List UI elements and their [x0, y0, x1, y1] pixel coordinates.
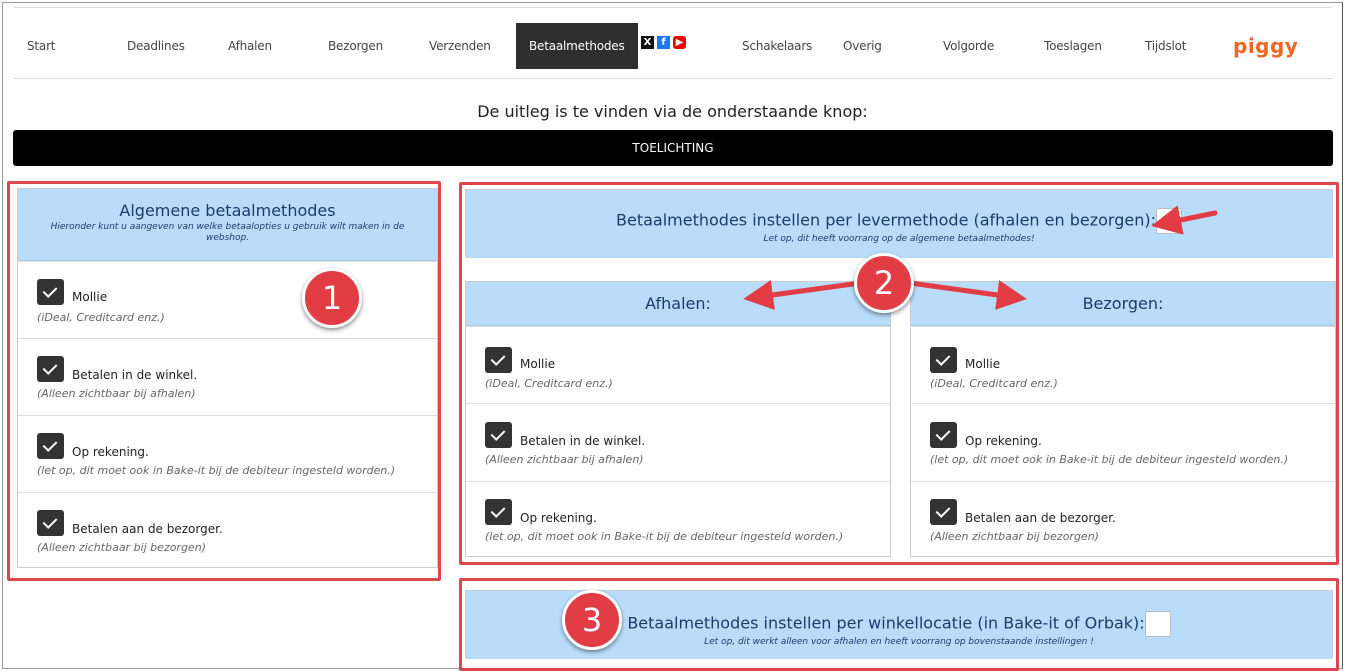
nav-start[interactable]: Start	[27, 39, 56, 53]
toelichting-button[interactable]: TOELICHTING	[13, 130, 1333, 166]
nav-tijdslot[interactable]: Tijdslot	[1145, 39, 1186, 53]
youtube-icon[interactable]: ▶	[673, 36, 686, 49]
nav-overig[interactable]: Overig	[843, 39, 882, 53]
nav-toeslagen[interactable]: Toeslagen	[1044, 39, 1102, 53]
annotation-badge-2: 2	[854, 253, 914, 313]
nav-deadlines[interactable]: Deadlines	[127, 39, 185, 53]
nav-schakelaars[interactable]: Schakelaars	[742, 39, 812, 53]
annotation-box-1	[7, 181, 441, 581]
top-nav: Start Deadlines Afhalen Bezorgen Verzend…	[14, 7, 1332, 79]
x-icon[interactable]: X	[641, 36, 654, 49]
nav-bezorgen[interactable]: Bezorgen	[328, 39, 383, 53]
facebook-icon[interactable]: f	[657, 36, 670, 49]
nav-verzenden[interactable]: Verzenden	[429, 39, 491, 53]
annotation-box-2	[459, 182, 1339, 565]
intro-text: De uitleg is te vinden via de onderstaan…	[477, 102, 868, 121]
nav-betaalmethodes[interactable]: Betaalmethodes	[516, 23, 638, 69]
nav-afhalen[interactable]: Afhalen	[228, 39, 272, 53]
social-links: X f ▶	[641, 36, 686, 49]
piggy-logo[interactable]: piggy	[1233, 34, 1298, 58]
nav-volgorde[interactable]: Volgorde	[943, 39, 994, 53]
annotation-badge-1: 1	[302, 268, 362, 328]
annotation-badge-3: 3	[562, 590, 622, 650]
